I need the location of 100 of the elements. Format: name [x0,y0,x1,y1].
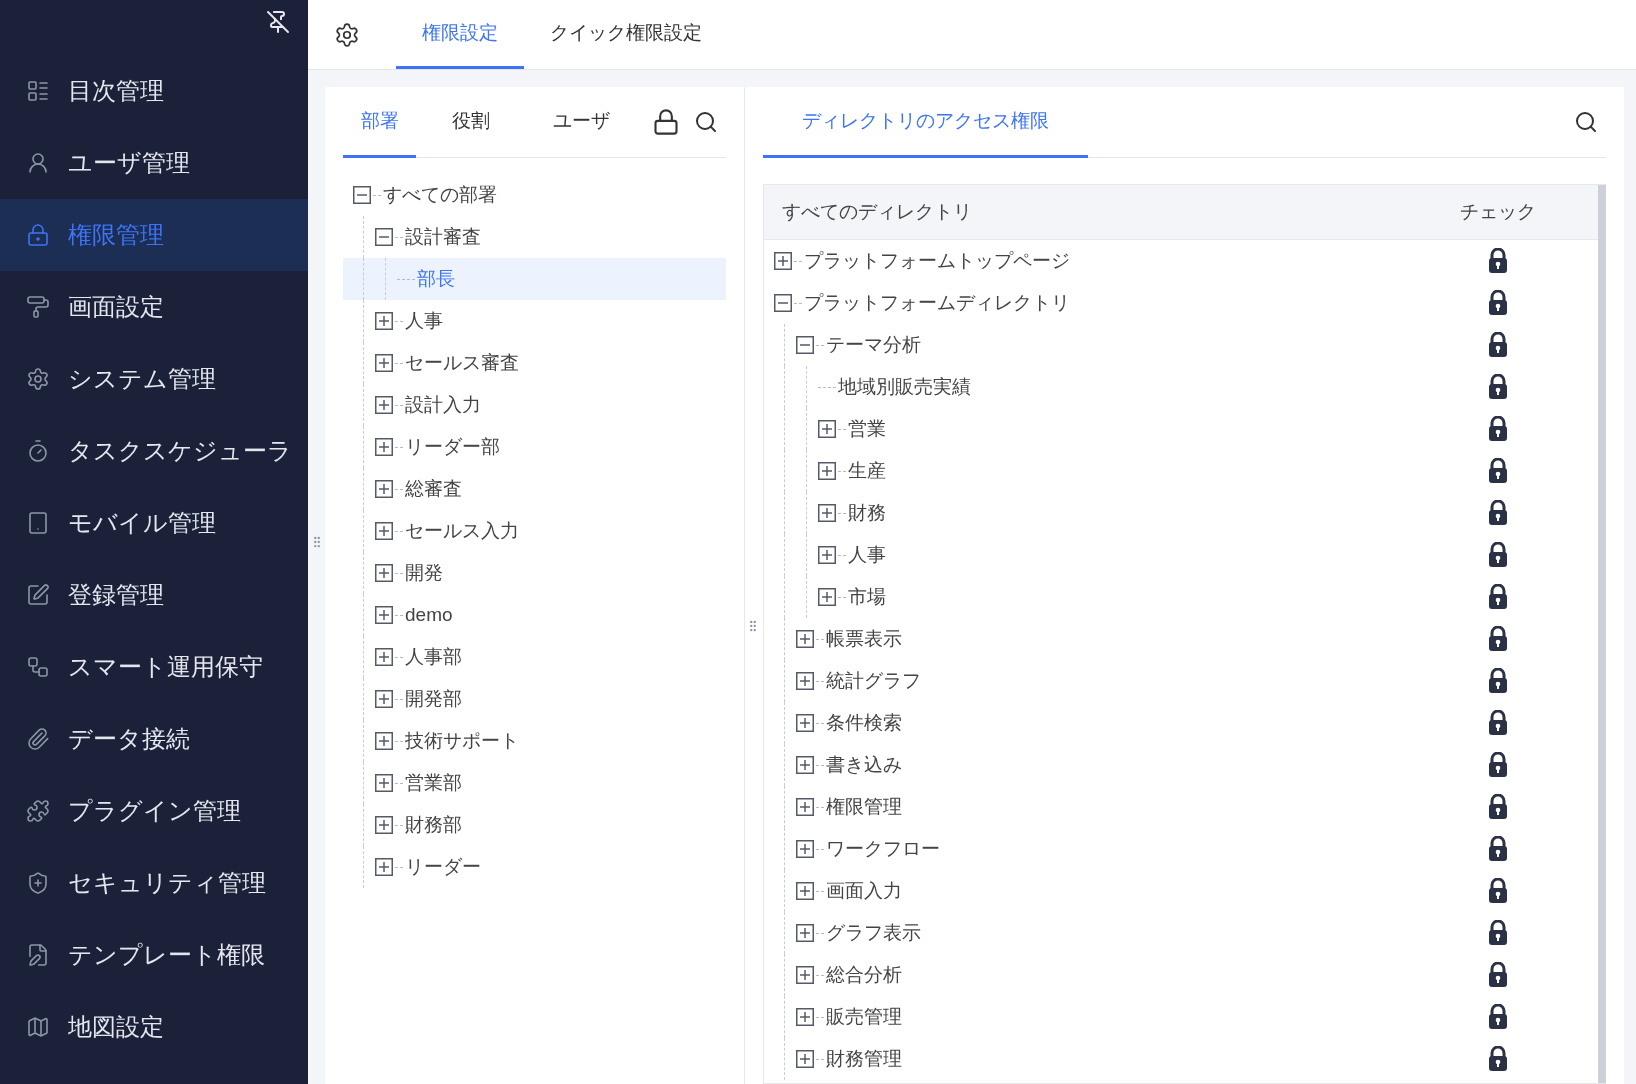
sidebar-item[interactable]: 地図設定 [0,991,308,1063]
tree-item[interactable]: グラフ表示 [826,912,921,954]
search-icon[interactable] [1574,110,1598,134]
collapse-icon[interactable] [774,294,792,312]
tree-item[interactable]: 総合分析 [826,954,902,996]
padlock-icon[interactable] [1488,1046,1508,1072]
padlock-icon[interactable] [1488,794,1508,820]
tab[interactable]: ディレクトリのアクセス権限 [763,87,1088,158]
tree-item[interactable]: すべての部署 [343,174,726,216]
tree-item[interactable]: 地域別販売実績 [838,366,971,408]
expand-icon[interactable] [375,438,393,456]
padlock-icon[interactable] [1488,290,1508,316]
tree-item[interactable]: プラットフォームディレクトリ [804,282,1070,324]
padlock-icon[interactable] [1488,584,1508,610]
settings-icon[interactable] [334,21,360,48]
tree-item[interactable]: ワークフロー [826,828,940,870]
padlock-icon[interactable] [1488,332,1508,358]
padlock-icon[interactable] [1488,962,1508,988]
tree-item[interactable]: 条件検索 [826,702,902,744]
padlock-icon[interactable] [1488,920,1508,946]
expand-icon[interactable] [796,672,814,690]
sidebar-item[interactable]: システム管理 [0,343,308,415]
expand-icon[interactable] [796,924,814,942]
tree-item[interactable]: リーダー [343,846,726,888]
tree-item[interactable]: 人事 [343,300,726,342]
tree-item[interactable]: 営業部 [343,762,726,804]
expand-icon[interactable] [375,690,393,708]
tree-item[interactable]: 人事部 [343,636,726,678]
tree-item[interactable]: 統計グラフ [826,660,921,702]
sidebar-item[interactable]: データ接続 [0,703,308,775]
expand-icon[interactable] [375,732,393,750]
padlock-icon[interactable] [1488,458,1508,484]
tree-item[interactable]: テーマ分析 [826,324,921,366]
padlock-icon[interactable] [1488,710,1508,736]
tab[interactable]: 部署 [343,87,416,158]
tab[interactable]: 役割 [416,87,526,158]
expand-icon[interactable] [796,630,814,648]
tab[interactable]: ユーザ [526,87,636,158]
tree-item[interactable]: リーダー部 [343,426,726,468]
expand-icon[interactable] [375,564,393,582]
padlock-icon[interactable] [1488,416,1508,442]
tree-item[interactable]: 書き込み [826,744,902,786]
tree-item[interactable]: demo [343,594,726,636]
expand-icon[interactable] [375,774,393,792]
sidebar-item[interactable]: セキュリティ管理 [0,847,308,919]
tree-item[interactable]: セールス審査 [343,342,726,384]
tree-item[interactable]: 部長 [343,258,726,300]
sidebar-item[interactable]: テンプレート権限 [0,919,308,991]
unpin-icon[interactable] [266,10,290,34]
padlock-icon[interactable] [1488,248,1508,274]
expand-icon[interactable] [796,1008,814,1026]
tree-item[interactable]: 開発部 [343,678,726,720]
expand-icon[interactable] [796,756,814,774]
tab[interactable]: クイック権限設定 [524,0,728,69]
expand-icon[interactable] [796,798,814,816]
scrollbar[interactable] [1598,185,1606,1083]
sidebar-item[interactable]: 登録管理 [0,559,308,631]
sidebar-item[interactable]: 目次管理 [0,55,308,127]
padlock-icon[interactable] [1488,626,1508,652]
tree-item[interactable]: 財務 [848,492,886,534]
expand-icon[interactable] [375,648,393,666]
expand-icon[interactable] [375,480,393,498]
expand-icon[interactable] [818,588,836,606]
padlock-icon[interactable] [1488,668,1508,694]
sidebar-item[interactable]: スマート運用保守 [0,631,308,703]
tree-item[interactable]: 営業 [848,408,886,450]
sidebar-item[interactable]: ユーザ管理 [0,127,308,199]
expand-icon[interactable] [796,1050,814,1068]
padlock-icon[interactable] [1488,752,1508,778]
tree-item[interactable]: 権限管理 [826,786,902,828]
collapse-icon[interactable] [375,228,393,246]
tree-item[interactable]: 販売管理 [826,996,902,1038]
tree-item[interactable]: 開発 [343,552,726,594]
tree-item[interactable]: 技術サポート [343,720,726,762]
padlock-icon[interactable] [1488,542,1508,568]
expand-icon[interactable] [796,840,814,858]
tree-item[interactable]: 設計審査 [343,216,726,258]
padlock-icon[interactable] [1488,836,1508,862]
expand-icon[interactable] [796,966,814,984]
padlock-icon[interactable] [1488,374,1508,400]
tree-item[interactable]: 総審査 [343,468,726,510]
expand-icon[interactable] [375,816,393,834]
sidebar-item[interactable]: モバイル管理 [0,487,308,559]
padlock-icon[interactable] [1488,1004,1508,1030]
padlock-icon[interactable] [1488,500,1508,526]
expand-icon[interactable] [375,522,393,540]
expand-icon[interactable] [796,882,814,900]
sidebar-item[interactable]: 画面設定 [0,271,308,343]
tree-item[interactable]: 人事 [848,534,886,576]
expand-icon[interactable] [818,420,836,438]
expand-icon[interactable] [375,312,393,330]
tree-item[interactable]: プラットフォームトップページ [804,240,1070,282]
tree-item[interactable]: 帳票表示 [826,618,902,660]
expand-icon[interactable] [375,396,393,414]
expand-icon[interactable] [818,462,836,480]
tree-item[interactable]: 画面入力 [826,870,902,912]
expand-icon[interactable] [375,606,393,624]
tree-item[interactable]: セールス入力 [343,510,726,552]
expand-icon[interactable] [818,504,836,522]
sidebar-item[interactable]: タスクスケジューラ [0,415,308,487]
